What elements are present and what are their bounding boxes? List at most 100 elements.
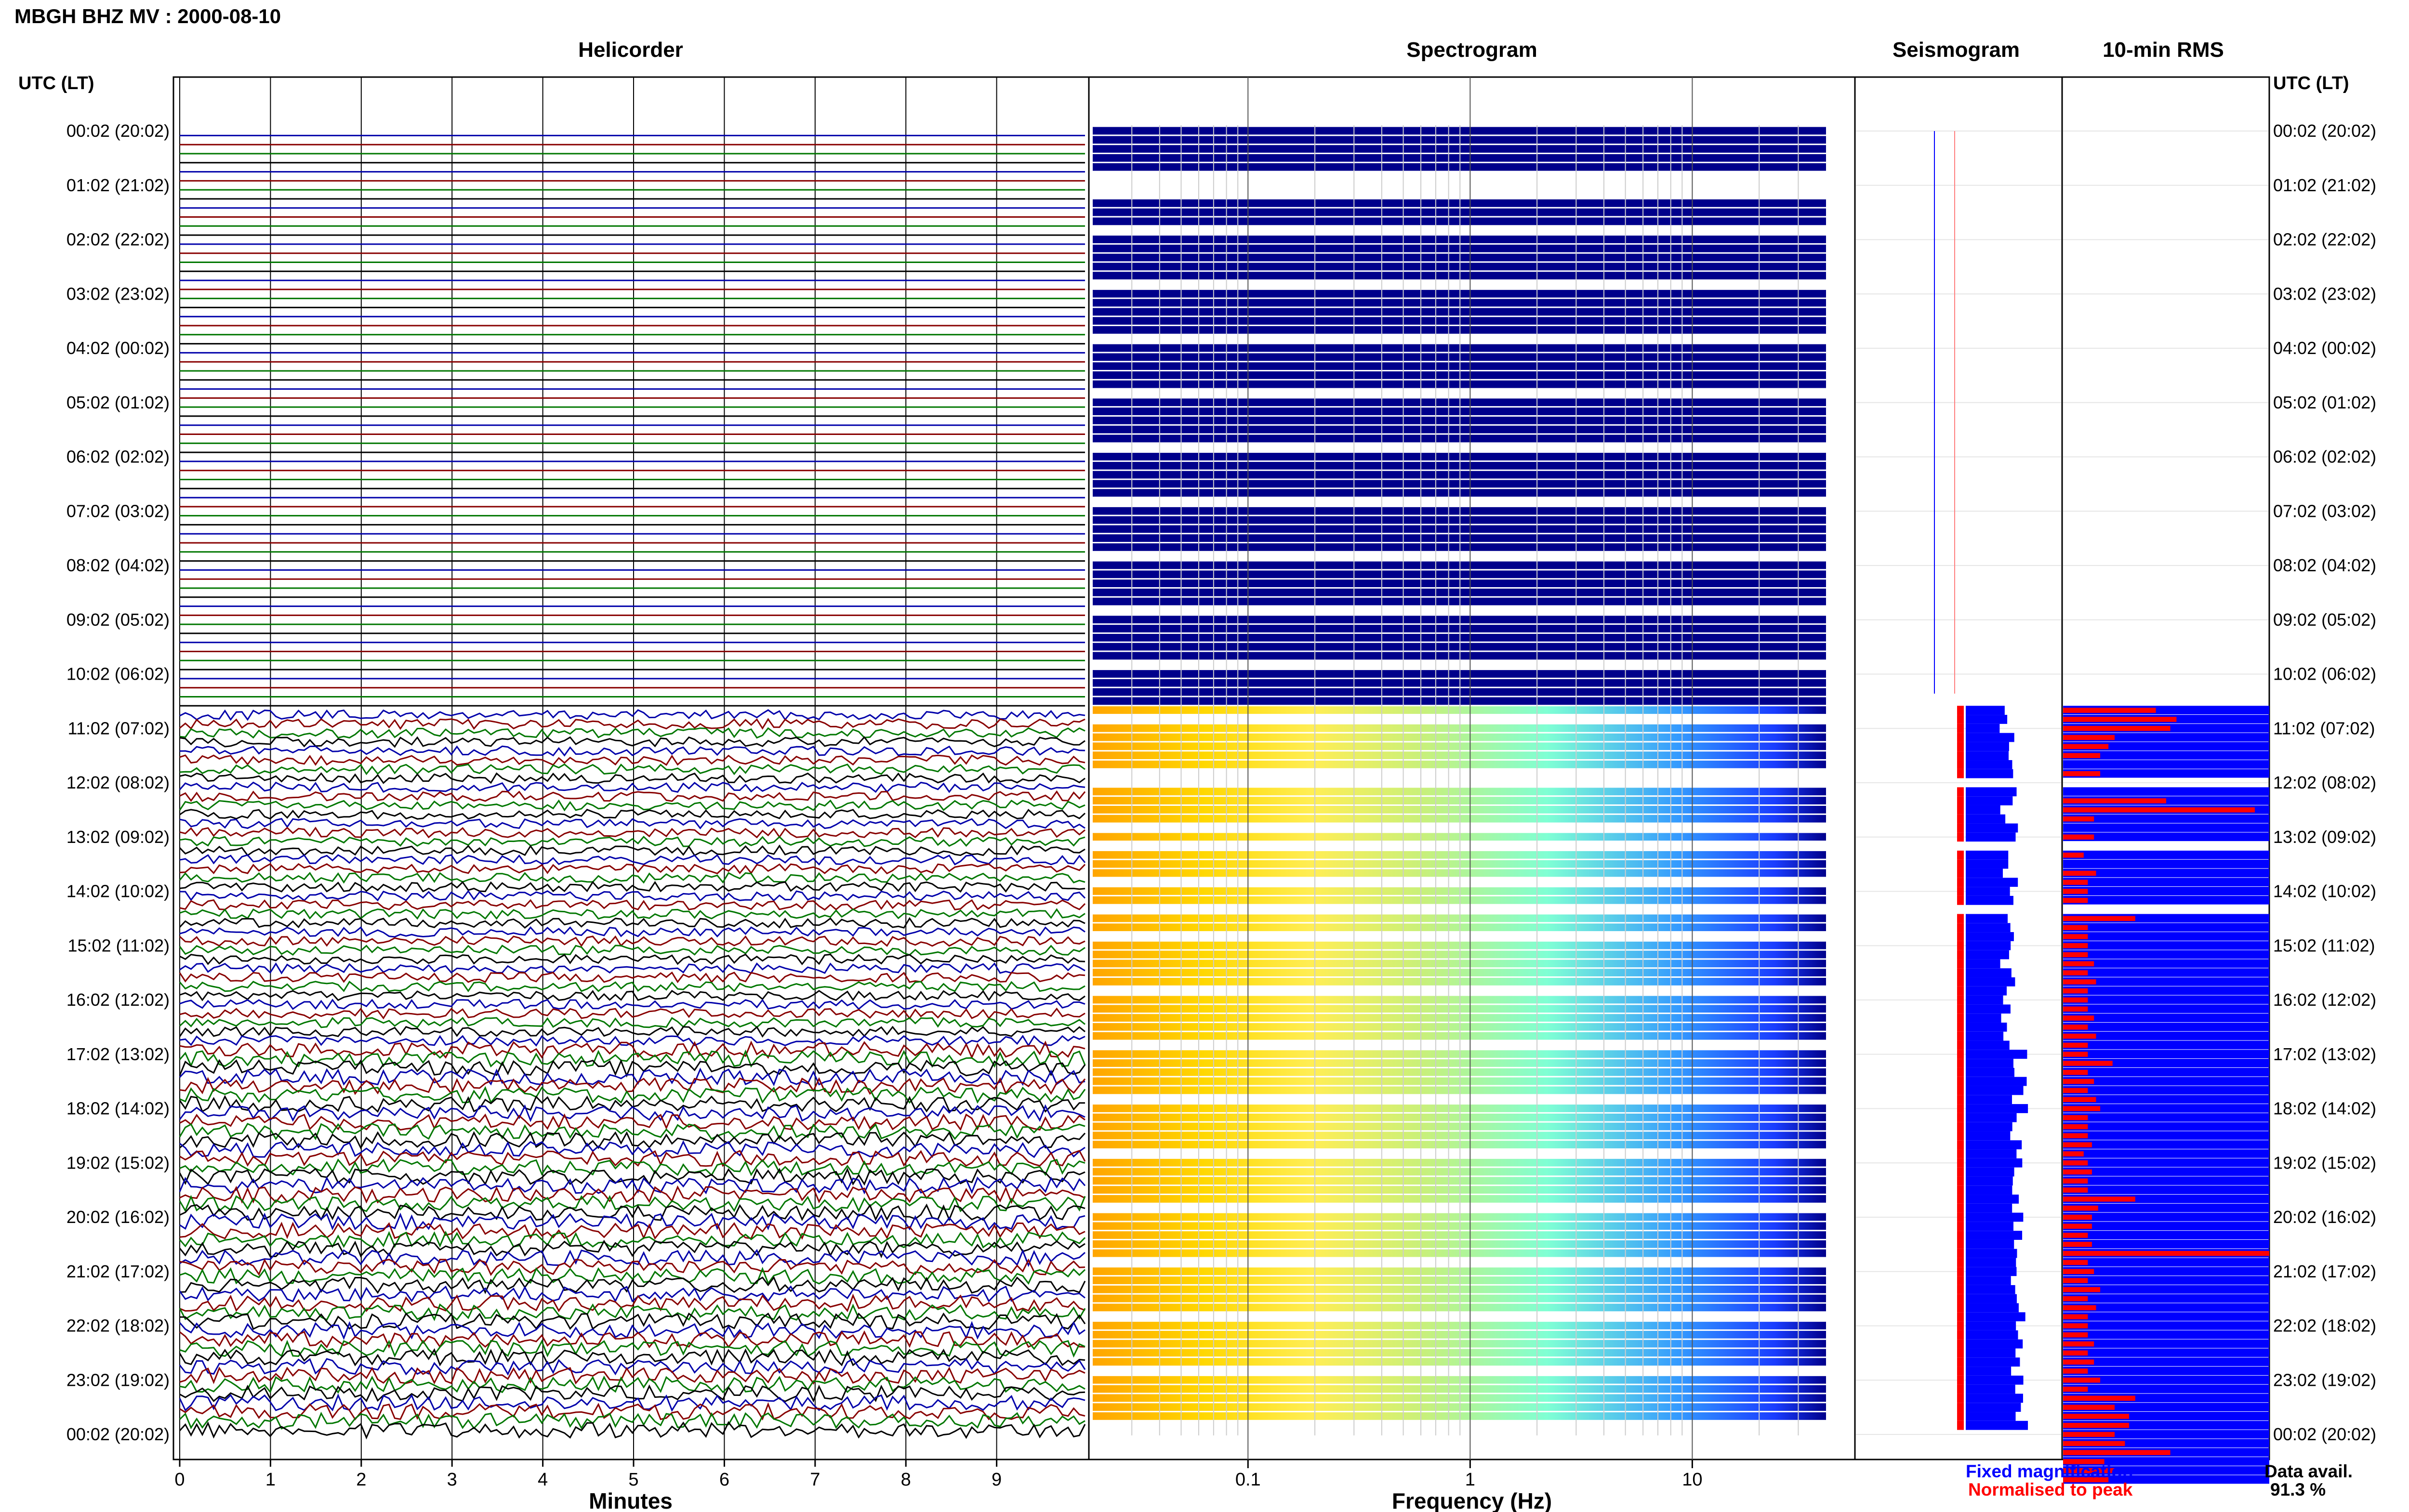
time-label-right-9: 09:02 (05:02) <box>2273 610 2376 630</box>
seismogram-normalised-row-94 <box>1957 977 1964 986</box>
spectrogram-row-106 <box>1093 1086 1826 1094</box>
rms-normalised-row-91 <box>2063 952 2088 958</box>
rms-normalised-row-132 <box>2063 1323 2088 1328</box>
time-label-right-13: 13:02 (09:02) <box>2273 827 2376 847</box>
spectrogram-row-10 <box>1093 217 1826 225</box>
seismogram-normalised-row-112 <box>1957 1140 1964 1150</box>
seismogram-normalised-row-104 <box>1957 1067 1964 1077</box>
seismogram-normalised-row-77 <box>1957 823 1964 833</box>
seismogram-normalised-row-78 <box>1957 832 1964 842</box>
spectrogram-row-14 <box>1093 253 1826 262</box>
rms-bar-row-123 <box>2063 1239 2269 1249</box>
rms-normalised-row-87 <box>2063 916 2135 921</box>
rms-normalised-row-83 <box>2063 880 2088 885</box>
time-label-left-19: 19:02 (15:02) <box>66 1153 170 1172</box>
seismogram-normalised-row-85 <box>1957 895 1964 905</box>
spectrogram-row-4 <box>1093 163 1826 171</box>
spectrogram-row-134 <box>1093 1340 1826 1348</box>
rms-normalised-row-128 <box>2063 1287 2101 1292</box>
rms-normalised-row-69 <box>2063 753 2101 758</box>
seismogram-envelope-row-132 <box>1966 1321 2016 1330</box>
seismogram-normalised-row-113 <box>1957 1149 1964 1158</box>
spectrogram-row-121 <box>1093 1222 1826 1230</box>
time-label-right-3: 03:02 (23:02) <box>2273 284 2376 303</box>
rms-bar-row-129 <box>2063 1294 2269 1303</box>
spectrogram-row-109 <box>1093 1113 1826 1121</box>
rms-normalised-row-66 <box>2063 725 2171 731</box>
spectrogram-row-126 <box>1093 1267 1826 1275</box>
spectrogram-row-124 <box>1093 1249 1826 1257</box>
time-label-right-14: 14:02 (10:02) <box>2273 881 2376 901</box>
seismogram-envelope-row-126 <box>1966 1267 2017 1276</box>
rms-normalised-row-111 <box>2063 1133 2088 1139</box>
seismogram-normalised-row-118 <box>1957 1195 1964 1204</box>
seismogram-envelope-row-109 <box>1966 1113 2017 1122</box>
spectrogram-row-132 <box>1093 1322 1826 1329</box>
time-label-left-6: 06:02 (02:02) <box>66 447 170 467</box>
seismogram-envelope-row-112 <box>1966 1140 2022 1150</box>
spectrogram-row-62 <box>1093 688 1826 696</box>
spectrogram-row-16 <box>1093 272 1826 280</box>
spectrogram-row-88 <box>1093 923 1826 932</box>
time-label-left-21: 21:02 (17:02) <box>66 1262 170 1281</box>
spectrogram-row-133 <box>1093 1330 1826 1339</box>
spectrogram-row-128 <box>1093 1285 1826 1293</box>
rms-bar-row-95 <box>2063 986 2269 995</box>
spectrogram-row-50 <box>1093 579 1826 587</box>
time-label-right-22: 22:02 (18:02) <box>2273 1316 2376 1336</box>
rms-normalised-row-124 <box>2063 1250 2269 1256</box>
seismogram-normalised-row-139 <box>1957 1384 1964 1394</box>
spectrogram-row-28 <box>1093 380 1826 388</box>
rms-normalised-row-89 <box>2063 934 2088 939</box>
seismogram-normalised-row-127 <box>1957 1276 1964 1285</box>
seismogram-envelope-row-105 <box>1966 1077 2027 1086</box>
time-label-left-2: 02:02 (22:02) <box>66 230 170 250</box>
spectrogram-row-135 <box>1093 1349 1826 1357</box>
seismogram-normalised-row-93 <box>1957 968 1964 978</box>
seismogram-envelope-row-76 <box>1966 814 2006 824</box>
spectrogram-row-2 <box>1093 145 1826 153</box>
seismogram-normalised-row-141 <box>1957 1403 1964 1412</box>
seismogram-normalised-row-97 <box>1957 1004 1964 1014</box>
spectrogram-row-67 <box>1093 733 1826 741</box>
spectrogram-row-15 <box>1093 263 1826 271</box>
rms-bar-row-97 <box>2063 1004 2269 1013</box>
time-label-right-5: 05:02 (01:02) <box>2273 393 2376 412</box>
spectrogram-row-136 <box>1093 1358 1826 1366</box>
spectrogram-row-92 <box>1093 960 1826 968</box>
time-label-left-15: 15:02 (11:02) <box>68 935 170 955</box>
rms-bar-row-81 <box>2063 859 2269 868</box>
seismogram-envelope-row-70 <box>1966 760 2012 769</box>
spectrogram-row-49 <box>1093 570 1826 579</box>
seismogram-normalised-row-101 <box>1957 1040 1964 1050</box>
rms-normalised-row-135 <box>2063 1350 2088 1356</box>
time-label-right-16: 16:02 (12:02) <box>2273 990 2376 1010</box>
seismogram-normalised-row-99 <box>1957 1022 1964 1032</box>
seismogram-envelope-row-143 <box>1966 1420 2028 1430</box>
rms-normalised-row-82 <box>2063 870 2096 876</box>
rms-bar-row-93 <box>2063 968 2269 977</box>
seismogram-envelope-row-78 <box>1966 832 2016 842</box>
seismogram-envelope-row-97 <box>1966 1004 2011 1014</box>
rms-normalised-row-95 <box>2063 988 2088 994</box>
seismogram-envelope-row-93 <box>1966 968 2012 978</box>
rms-normalised-row-122 <box>2063 1233 2088 1238</box>
seismogram-envelope-row-103 <box>1966 1059 2013 1068</box>
seismogram-envelope-row-92 <box>1966 959 2000 969</box>
spectrogram-row-99 <box>1093 1023 1826 1031</box>
seismogram-normalised-row-90 <box>1957 941 1964 950</box>
rms-normalised-row-121 <box>2063 1223 2092 1229</box>
rms-normalised-row-98 <box>2063 1015 2094 1021</box>
seismogram-envelope-row-67 <box>1966 733 2014 742</box>
rms-normalised-row-143 <box>2063 1422 2129 1428</box>
rms-normalised-row-88 <box>2063 925 2088 930</box>
spectrogram-row-34 <box>1093 434 1826 443</box>
spectrogram-row-66 <box>1093 724 1826 732</box>
spectrogram-tick-label-10: 10 <box>1682 1470 1702 1490</box>
seismogram-envelope-row-127 <box>1966 1276 2011 1285</box>
time-label-left-17: 17:02 (13:02) <box>66 1044 170 1064</box>
rms-normalised-row-106 <box>2063 1088 2088 1093</box>
helicorder-xlabel: Minutes <box>589 1488 673 1512</box>
seismogram-normalised-row-132 <box>1957 1321 1964 1330</box>
spectrogram-row-80 <box>1093 851 1826 859</box>
